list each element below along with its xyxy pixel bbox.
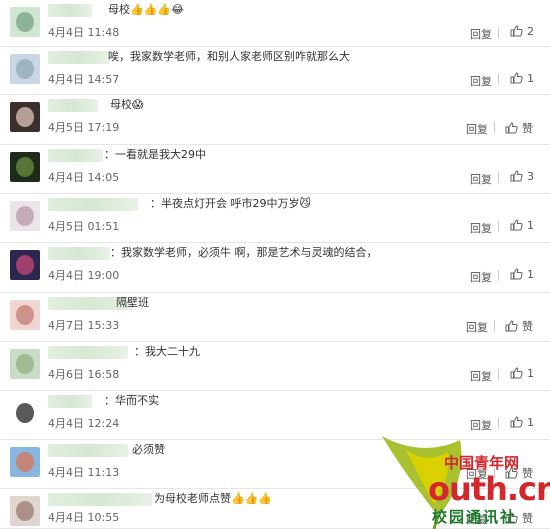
like-button[interactable]: 赞 (505, 318, 533, 334)
like-count: 1 (527, 268, 534, 281)
comment-date: 4月4日 14:57 (48, 73, 120, 86)
comment-item: ：半夜点灯开会 呼市29中万岁😼 4月5日 01:51 回复 1 (0, 194, 550, 243)
action-separator (498, 270, 499, 281)
comment-date: 4月4日 19:00 (48, 269, 120, 282)
username-blurred[interactable] (48, 247, 110, 260)
youth-cn-watermark: 中国青年网 outh.cn 校园通讯社 (376, 430, 550, 529)
comment-date: 4月4日 11:48 (48, 26, 120, 39)
comment-text: ：我家数学老师，必须牛 啊，那是艺术与灵魂的结合， (110, 246, 378, 259)
thumbs-up-icon (510, 268, 523, 280)
like-button[interactable]: 1 (510, 416, 534, 429)
avatar[interactable] (10, 398, 40, 428)
username-blurred[interactable] (48, 198, 138, 211)
like-count: 赞 (522, 122, 533, 135)
like-button[interactable]: 1 (510, 72, 534, 85)
action-separator (498, 74, 499, 85)
action-separator (498, 172, 499, 183)
reply-button[interactable]: 回复 (470, 368, 492, 384)
watermark-url: outh.cn (428, 470, 550, 508)
comment-date: 4月5日 01:51 (48, 220, 120, 233)
reply-button[interactable]: 回复 (466, 319, 488, 335)
reply-button[interactable]: 回复 (470, 220, 492, 236)
username-blurred[interactable] (48, 444, 128, 457)
avatar[interactable] (10, 152, 40, 182)
action-separator (498, 369, 499, 380)
reply-button[interactable]: 回复 (470, 171, 492, 187)
comment-item: ：我大二十九 4月6日 16:58 回复 1 (0, 342, 550, 391)
username-blurred[interactable] (48, 346, 128, 359)
reply-button[interactable]: 回复 (470, 269, 492, 285)
avatar[interactable] (10, 54, 40, 84)
avatar[interactable] (10, 300, 40, 330)
like-button[interactable]: 2 (510, 25, 534, 38)
comment-text: 唉，我家数学老师，和别人家老师区别咋就那么大 (108, 50, 350, 63)
action-separator (498, 221, 499, 232)
action-separator (498, 418, 499, 429)
comment-date: 4月4日 12:24 (48, 417, 120, 430)
comment-date: 4月4日 10:55 (48, 511, 120, 524)
comment-item: 唉，我家数学老师，和别人家老师区别咋就那么大 4月4日 14:57 回复 1 (0, 47, 550, 95)
thumbs-up-icon (510, 72, 523, 84)
watermark-subtitle: 校园通讯社 (432, 508, 518, 526)
avatar[interactable] (10, 7, 40, 37)
action-separator (494, 320, 495, 331)
like-count: 1 (527, 72, 534, 85)
comment-text: 为母校老师点赞👍👍👍 (154, 492, 273, 505)
like-count: 1 (527, 416, 534, 429)
username-blurred[interactable] (48, 149, 103, 162)
comment-item: 隔壁班 4月7日 15:33 回复 赞 (0, 293, 550, 342)
thumbs-up-icon (505, 320, 518, 332)
like-button[interactable]: 3 (510, 170, 534, 183)
comment-date: 4月6日 16:58 (48, 368, 120, 381)
action-separator (498, 27, 499, 38)
comment-date: 4月4日 14:05 (48, 171, 120, 184)
thumbs-up-icon (510, 25, 523, 37)
username-blurred[interactable] (48, 493, 152, 506)
comment-date: 4月7日 15:33 (48, 319, 120, 332)
avatar[interactable] (10, 250, 40, 280)
comment-text: 隔壁班 (116, 296, 149, 309)
like-button[interactable]: 1 (510, 268, 534, 281)
comment-text: ：半夜点灯开会 呼市29中万岁😼 (150, 197, 311, 210)
username-blurred[interactable] (48, 4, 92, 17)
thumbs-up-icon (510, 219, 523, 231)
like-button[interactable]: 1 (510, 367, 534, 380)
like-count: 1 (527, 367, 534, 380)
avatar[interactable] (10, 349, 40, 379)
reply-button[interactable]: 回复 (466, 121, 488, 137)
comment-date: 4月4日 11:13 (48, 466, 120, 479)
like-count: 1 (527, 219, 534, 232)
comment-item: 母校😱 4月5日 17:19 回复 赞 (0, 95, 550, 145)
like-count: 2 (527, 25, 534, 38)
comment-text: 必须赞 (132, 443, 165, 456)
comment-text: ：一看就是我大29中 (104, 148, 206, 161)
thumbs-up-icon (510, 416, 523, 428)
action-separator (494, 122, 495, 133)
avatar[interactable] (10, 201, 40, 231)
like-button[interactable]: 赞 (505, 120, 533, 136)
username-blurred[interactable] (48, 99, 98, 112)
comment-text: ：我大二十九 (134, 345, 200, 358)
avatar[interactable] (10, 102, 40, 132)
thumbs-up-icon (505, 122, 518, 134)
thumbs-up-icon (510, 367, 523, 379)
avatar[interactable] (10, 447, 40, 477)
username-blurred[interactable] (48, 395, 92, 408)
comment-text: 母校😱 (110, 98, 144, 111)
comment-date: 4月5日 17:19 (48, 121, 120, 134)
comment-item: 母校👍👍👍😂 4月4日 11:48 回复 2 (0, 0, 550, 47)
username-blurred[interactable] (48, 51, 110, 64)
like-count: 赞 (522, 320, 533, 333)
like-button[interactable]: 1 (510, 219, 534, 232)
reply-button[interactable]: 回复 (470, 26, 492, 42)
thumbs-up-icon (510, 170, 523, 182)
comment-item: ：我家数学老师，必须牛 啊，那是艺术与灵魂的结合， 4月4日 19:00 回复 1 (0, 243, 550, 293)
avatar[interactable] (10, 496, 40, 526)
reply-button[interactable]: 回复 (470, 73, 492, 89)
comment-text: ：华而不实 (104, 394, 159, 407)
like-count: 3 (527, 170, 534, 183)
comment-text: 母校👍👍👍😂 (108, 3, 184, 16)
comment-item: ：一看就是我大29中 4月4日 14:05 回复 3 (0, 145, 550, 194)
